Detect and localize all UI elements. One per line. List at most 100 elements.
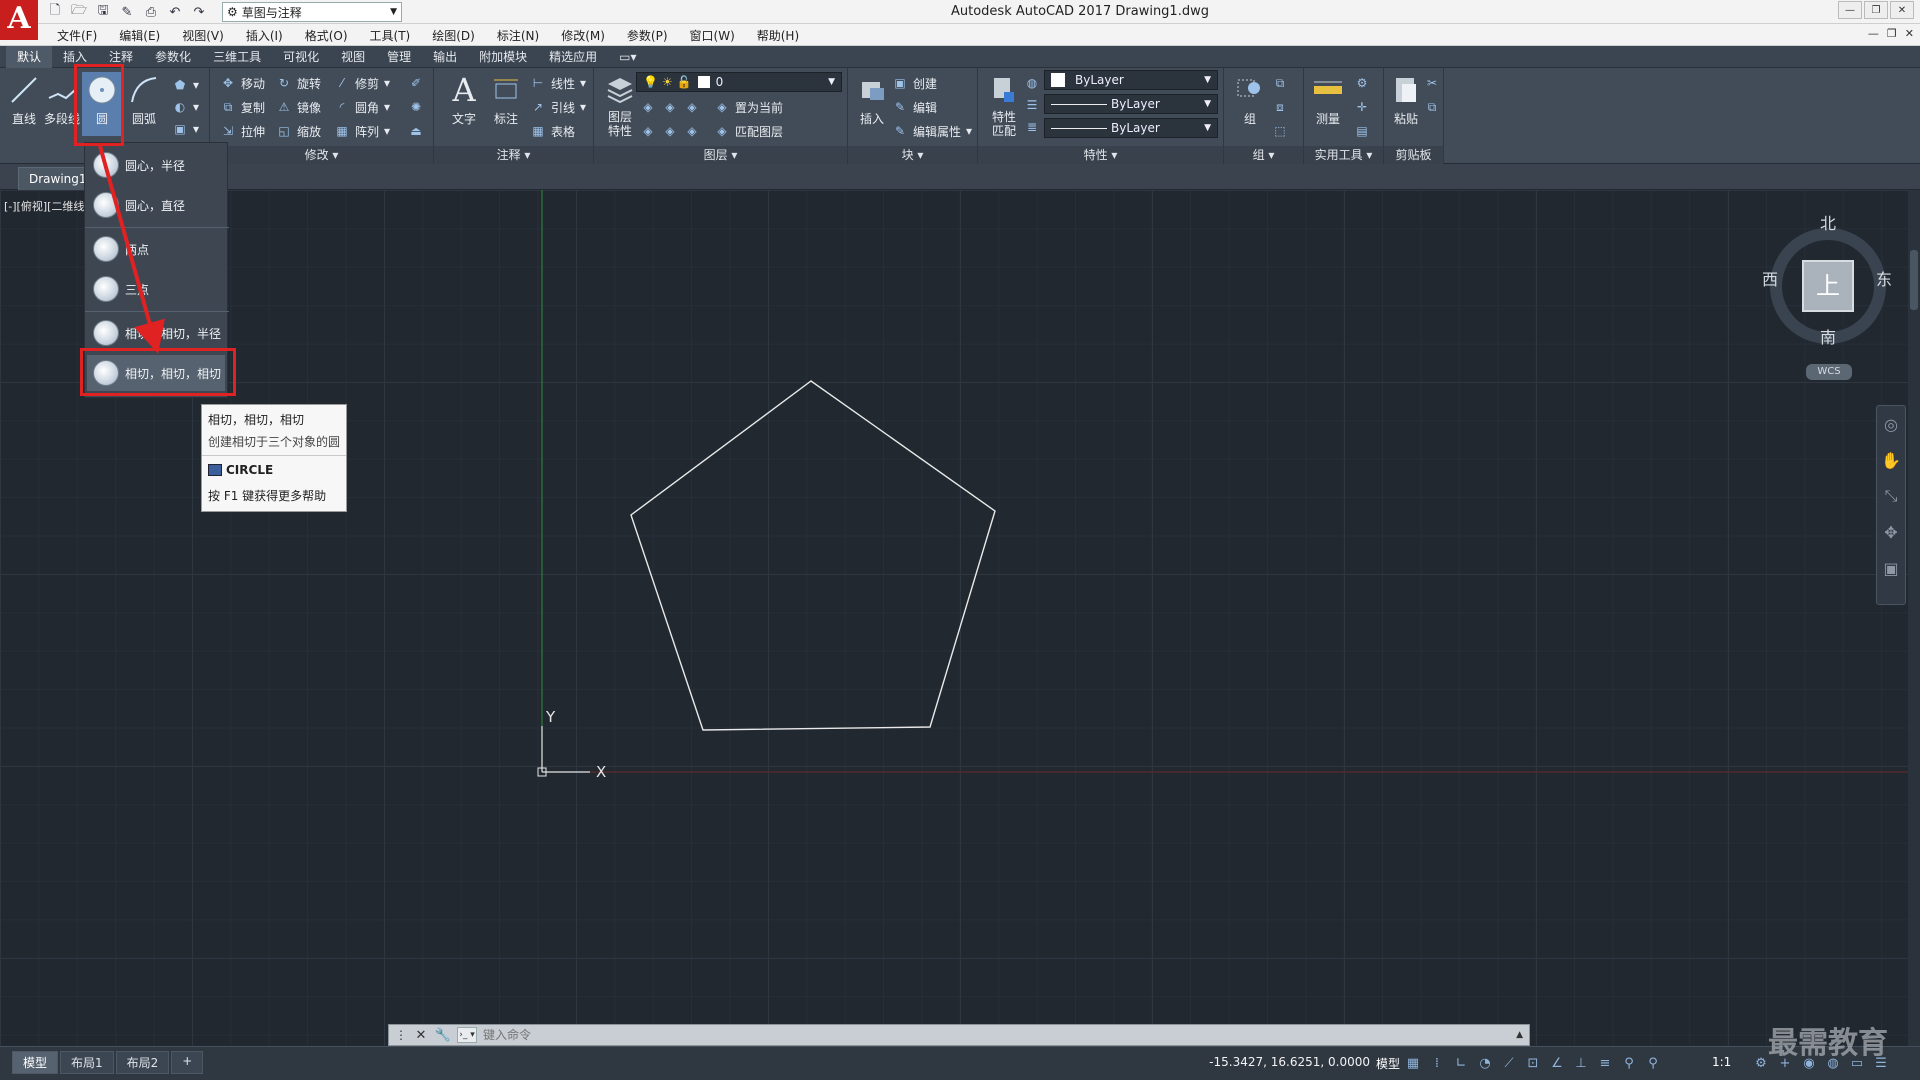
menu-item-center-diameter[interactable]: 圆心，直径 [87, 187, 225, 223]
tab-manage[interactable]: 管理 [376, 46, 422, 68]
menu-help[interactable]: 帮助(H) [746, 27, 810, 44]
zoom-extents-icon[interactable]: ⤡ [1877, 478, 1905, 514]
restore-button[interactable]: ❐ [1864, 1, 1888, 19]
lineweight-toggle-icon[interactable]: ≡ [1596, 1053, 1614, 1073]
polygon-button[interactable]: ⬟ ▾ [172, 74, 199, 96]
menu-format[interactable]: 格式(O) [294, 27, 359, 44]
calculator-button[interactable]: ▤ [1354, 120, 1370, 142]
grid-icon[interactable]: ▦ [1404, 1053, 1422, 1073]
table-button[interactable]: ▦ 表格 [530, 120, 575, 142]
mirror-button[interactable]: ⚠ 镜像 [276, 96, 321, 118]
command-input[interactable] [483, 1028, 1383, 1042]
layer-tool-1[interactable]: ◈ [640, 96, 656, 118]
doc-restore-button[interactable]: ❐ [1887, 27, 1897, 40]
copy-button[interactable]: ⧉ 复制 [220, 96, 265, 118]
layout-tab-layout2[interactable]: 布局2 [115, 1051, 170, 1074]
measure-button[interactable]: 测量 [1308, 72, 1348, 144]
dynamic-ucs-icon[interactable]: ⊥ [1572, 1053, 1590, 1073]
group-select-button[interactable]: ⬚ [1272, 120, 1288, 142]
chevron-up-icon[interactable]: ▲ [1516, 1030, 1523, 1040]
tab-addins[interactable]: 附加模块 [468, 46, 538, 68]
stretch-button[interactable]: ⇲ 拉伸 [220, 120, 265, 142]
rectangle-button[interactable]: ▣ ▾ [172, 118, 199, 140]
isodraft-icon[interactable]: ⟋ [1500, 1053, 1518, 1073]
showmotion-icon[interactable]: ▣ [1877, 550, 1905, 586]
arc-button[interactable]: 圆弧 [124, 72, 164, 144]
layer-dropdown[interactable]: 💡 ☀ 🔓 0 ▼ [636, 72, 842, 92]
orbit-icon[interactable]: ✥ [1877, 514, 1905, 550]
line-button[interactable]: 直线 [4, 72, 44, 144]
osnap-icon[interactable]: ⊡ [1524, 1053, 1542, 1073]
customize-wrench-icon[interactable]: 🔧 [435, 1027, 451, 1043]
panel-title-properties[interactable]: 特性 ▾ [978, 146, 1223, 164]
layer-tool-2[interactable]: ◈ [662, 96, 678, 118]
set-current-button[interactable]: ◈ 置为当前 [714, 96, 783, 118]
compass-south[interactable]: 南 [1820, 324, 1836, 348]
grip-icon[interactable]: ⋮ [395, 1028, 407, 1042]
snap-icon[interactable]: ⁞ [1428, 1053, 1446, 1073]
model-space-toggle[interactable]: 模型 [1376, 1055, 1400, 1072]
otrack-icon[interactable]: ∠ [1548, 1053, 1566, 1073]
match-properties-button[interactable]: 特性 匹配 [984, 72, 1024, 144]
scrollbar-thumb[interactable] [1910, 250, 1918, 310]
paste-button[interactable]: 粘贴 [1386, 72, 1426, 144]
cut-button[interactable]: ✂ [1424, 72, 1440, 94]
ungroup-button[interactable]: ⧉ [1272, 72, 1288, 94]
menu-item-three-point[interactable]: 三点 [87, 271, 225, 307]
panel-title-utilities[interactable]: 实用工具 ▾ [1304, 146, 1383, 164]
menu-parametric[interactable]: 参数(P) [616, 27, 679, 44]
menu-modify[interactable]: 修改(M) [550, 27, 616, 44]
layout-tab-model[interactable]: 模型 [12, 1051, 59, 1074]
viewcube-top-face[interactable]: 上 [1802, 260, 1854, 312]
move-button[interactable]: ✥ 移动 [220, 72, 265, 94]
tab-visualize[interactable]: 可视化 [272, 46, 330, 68]
layer-tool-6[interactable]: ◈ [684, 120, 700, 142]
tab-featured-apps[interactable]: 精选应用 [538, 46, 608, 68]
match-layer-button[interactable]: ◈ 匹配图层 [714, 120, 783, 142]
compass-west[interactable]: 西 [1762, 266, 1778, 290]
panel-title-clipboard[interactable]: 剪贴板 [1384, 146, 1443, 164]
annotation-visibility-icon[interactable]: ⚲ [1620, 1053, 1638, 1073]
tab-default[interactable]: 默认 [6, 46, 53, 68]
minimize-button[interactable]: — [1838, 1, 1862, 19]
insert-block-button[interactable]: 插入 [852, 72, 892, 144]
close-icon[interactable]: ✕ [413, 1027, 429, 1043]
panel-title-layers[interactable]: 图层 ▾ [594, 146, 847, 164]
color-dropdown[interactable]: ByLayer ▼ [1044, 70, 1218, 90]
array-button[interactable]: ▦ 阵列 ▾ [334, 120, 390, 142]
panel-title-groups[interactable]: 组 ▾ [1224, 146, 1303, 164]
fillet-button[interactable]: ◜ 圆角 ▾ [334, 96, 390, 118]
linetype-icon[interactable]: ☰ [1024, 94, 1040, 116]
menu-item-two-point[interactable]: 两点 [87, 231, 225, 267]
leader-button[interactable]: ↗ 引线 ▾ [530, 96, 586, 118]
panel-title-block[interactable]: 块 ▾ [848, 146, 977, 164]
erase-button[interactable]: ✐ [408, 72, 424, 94]
tab-3d-tools[interactable]: 三维工具 [202, 46, 272, 68]
layout-tab-layout1[interactable]: 布局1 [60, 1051, 114, 1074]
tab-output[interactable]: 输出 [422, 46, 468, 68]
create-block-button[interactable]: ▣ 创建 [892, 72, 937, 94]
menu-edit[interactable]: 编辑(E) [108, 27, 171, 44]
explode-button[interactable]: ✺ [408, 96, 424, 118]
menu-item-tan-tan-radius[interactable]: 相切，相切，半径 [87, 315, 225, 351]
tab-parametric[interactable]: 参数化 [144, 46, 202, 68]
ortho-icon[interactable]: ∟ [1452, 1053, 1470, 1073]
layer-tool-4[interactable]: ◈ [640, 120, 656, 142]
tab-view[interactable]: 视图 [330, 46, 376, 68]
panel-title-modify[interactable]: 修改 ▾ [210, 146, 433, 164]
scale-button[interactable]: ◱ 缩放 [276, 120, 321, 142]
doc-close-button[interactable]: ✕ [1905, 27, 1914, 40]
doc-minimize-button[interactable]: — [1868, 27, 1879, 40]
pan-hand-icon[interactable]: ✋ [1877, 442, 1905, 478]
close-button[interactable]: ✕ [1890, 1, 1914, 19]
vertical-scrollbar[interactable] [1908, 190, 1920, 1046]
menu-view[interactable]: 视图(V) [171, 27, 235, 44]
menu-tools[interactable]: 工具(T) [359, 27, 422, 44]
ribbon-options-icon[interactable]: ▭▾ [608, 46, 647, 68]
text-button[interactable]: A 文字 [444, 72, 484, 144]
compass-east[interactable]: 东 [1876, 266, 1892, 290]
menu-file[interactable]: 文件(F) [46, 27, 108, 44]
pentagon-shape[interactable] [630, 380, 996, 731]
edit-attributes-button[interactable]: ✎ 编辑属性 ▾ [892, 120, 972, 142]
copy-clip-button[interactable]: ⧉ [1424, 96, 1440, 118]
